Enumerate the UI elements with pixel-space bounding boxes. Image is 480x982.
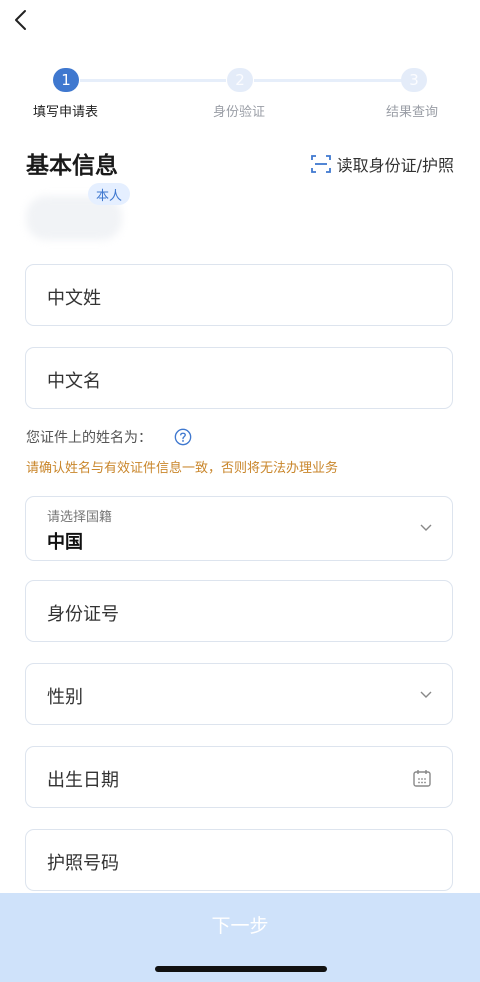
bottom-bar: 下一步 <box>0 893 480 982</box>
birth-date-field[interactable]: 出生日期 <box>25 746 453 808</box>
given-name-placeholder: 中文名 <box>47 371 101 392</box>
read-id-button[interactable]: 读取身份证/护照 <box>310 152 454 176</box>
step-2-number: 2 <box>227 68 253 92</box>
surname-field[interactable]: 中文姓 <box>25 264 453 326</box>
step-3-label: 结果查询 <box>386 105 439 120</box>
calendar-icon <box>413 770 431 787</box>
chevron-down-icon <box>420 524 432 531</box>
read-id-label: 读取身份证/护照 <box>336 156 454 175</box>
gender-select[interactable]: 性别 <box>25 663 453 725</box>
name-hint-row: 您证件上的姓名为： <box>26 427 192 447</box>
chevron-left-icon <box>15 10 26 30</box>
step-connector <box>80 79 226 82</box>
question-circle-icon[interactable] <box>174 428 192 446</box>
birth-date-placeholder: 出生日期 <box>47 770 119 791</box>
id-number-placeholder: 身份证号 <box>47 604 119 625</box>
given-name-field[interactable]: 中文名 <box>25 347 453 409</box>
passport-number-placeholder: 护照号码 <box>47 853 119 874</box>
nationality-select[interactable]: 请选择国籍 中国 <box>25 496 453 561</box>
step-indicator: 1 2 3 填写申请表 身份验证 结果查询 <box>0 66 480 126</box>
step-2-label: 身份验证 <box>213 105 266 120</box>
surname-placeholder: 中文姓 <box>47 288 101 309</box>
next-button[interactable]: 下一步 <box>0 893 480 955</box>
nationality-value: 中国 <box>47 532 83 553</box>
scan-icon <box>310 155 331 173</box>
gender-placeholder: 性别 <box>47 687 83 708</box>
step-1-number: 1 <box>53 68 79 92</box>
step-1-label: 填写申请表 <box>33 105 99 120</box>
home-indicator[interactable] <box>155 966 327 972</box>
step-3-number: 3 <box>401 68 427 92</box>
back-button[interactable] <box>10 8 34 32</box>
passport-number-field[interactable]: 护照号码 <box>25 829 453 891</box>
step-connector <box>254 79 402 82</box>
name-hint-text: 您证件上的姓名为： <box>26 430 152 446</box>
id-number-field[interactable]: 身份证号 <box>25 580 453 642</box>
chevron-down-icon <box>420 691 432 698</box>
nationality-label: 请选择国籍 <box>47 510 113 525</box>
self-badge: 本人 <box>88 183 131 205</box>
name-warning: 请确认姓名与有效证件信息一致，否则将无法办理业务 <box>26 461 339 476</box>
section-title: 基本信息 <box>26 153 118 179</box>
